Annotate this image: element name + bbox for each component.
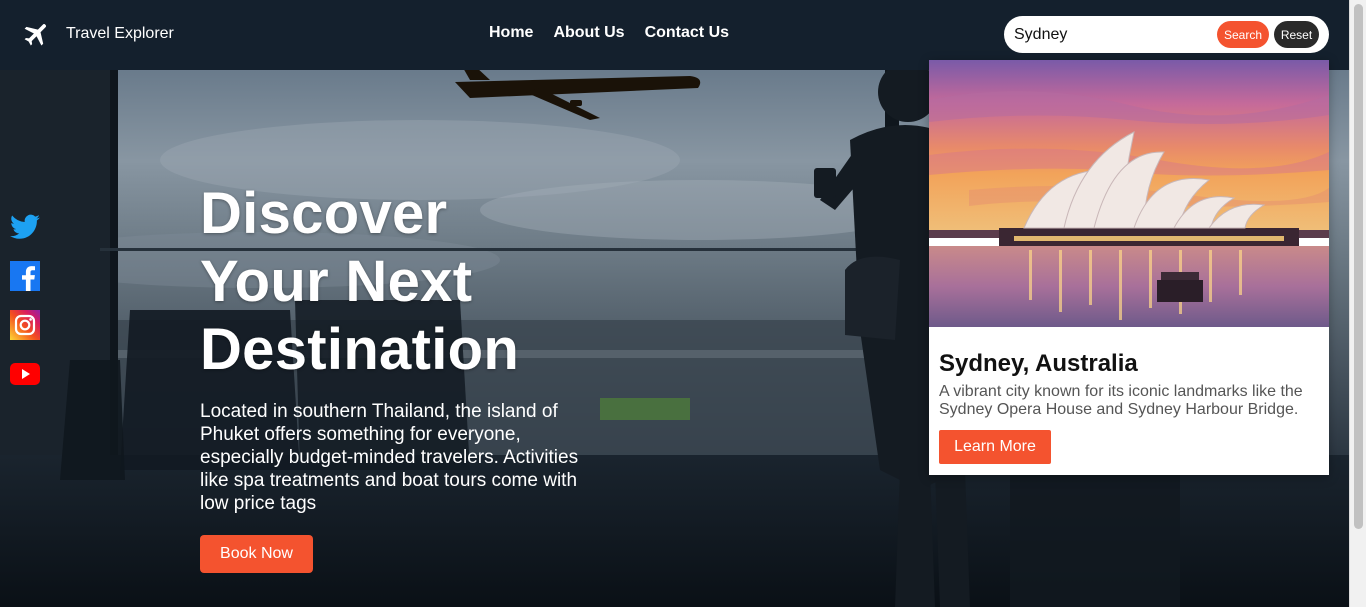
instagram-icon[interactable] xyxy=(10,310,40,340)
book-now-button[interactable]: Book Now xyxy=(200,535,313,573)
nav-link-about-us[interactable]: About Us xyxy=(553,24,624,42)
learn-more-button[interactable]: Learn More xyxy=(939,430,1051,464)
destination-description: A vibrant city known for its iconic land… xyxy=(939,383,1303,418)
brand-name: Travel Explorer xyxy=(66,25,174,42)
destination-photo xyxy=(929,60,1329,327)
destination-card: Sydney, Australia A vibrant city known f… xyxy=(929,60,1329,475)
nav-links: Home About Us Contact Us xyxy=(489,24,729,42)
search-button[interactable]: Search xyxy=(1217,21,1269,48)
social-links xyxy=(10,212,40,408)
brand[interactable]: Travel Explorer xyxy=(22,19,174,49)
hero-description: Located in southern Thailand, the island… xyxy=(200,401,579,514)
airplane-icon xyxy=(22,19,52,49)
search-input[interactable] xyxy=(1014,25,1219,44)
youtube-icon[interactable] xyxy=(10,359,40,389)
nav-link-home[interactable]: Home xyxy=(489,24,533,42)
hero-content: Discover Your Next Destination Located i… xyxy=(200,180,610,573)
destination-title: Sydney, Australia xyxy=(939,350,1138,377)
search-box: Search Reset xyxy=(1004,16,1329,53)
hero-title: Discover Your Next Destination xyxy=(200,180,610,384)
twitter-icon[interactable] xyxy=(10,212,40,242)
nav-link-contact-us[interactable]: Contact Us xyxy=(645,24,729,42)
reset-button[interactable]: Reset xyxy=(1274,21,1319,48)
facebook-icon[interactable] xyxy=(10,261,40,291)
scrollbar-thumb[interactable] xyxy=(1354,4,1363,529)
hero-title-line-1: Discover xyxy=(200,181,448,246)
page-scrollbar[interactable] xyxy=(1349,0,1366,607)
hero-title-line-2: Your Next xyxy=(200,249,473,314)
hero-title-line-3: Destination xyxy=(200,317,520,382)
